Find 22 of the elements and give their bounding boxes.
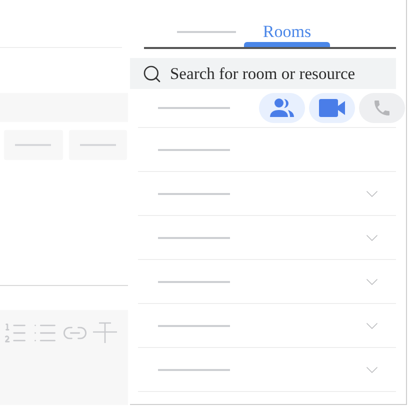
phone-filter-button[interactable]: [359, 93, 405, 123]
skeleton-line: [158, 280, 230, 282]
skeleton-line: [80, 144, 116, 146]
search-icon: [142, 64, 162, 84]
skeleton-line: [158, 236, 230, 238]
people-filter-button[interactable]: [259, 93, 305, 123]
placeholder-button[interactable]: [68, 130, 127, 160]
placeholder-button[interactable]: [4, 130, 62, 160]
video-filter-button[interactable]: [309, 93, 355, 123]
skeleton-line: [158, 148, 230, 150]
search-field[interactable]: Search for room or resource: [130, 58, 396, 89]
skeleton-line: [158, 368, 230, 370]
skeleton-line: [158, 324, 230, 326]
people-icon: [270, 98, 294, 118]
video-camera-icon: [319, 99, 345, 117]
skeleton-line: [158, 107, 230, 109]
phone-icon: [372, 98, 392, 118]
skeleton-line: [177, 30, 236, 32]
skeleton-line: [158, 192, 230, 194]
skeleton-line: [15, 144, 52, 146]
tab[interactable]: Rooms: [244, 16, 330, 47]
text-divider-icon[interactable]: [92, 320, 118, 346]
